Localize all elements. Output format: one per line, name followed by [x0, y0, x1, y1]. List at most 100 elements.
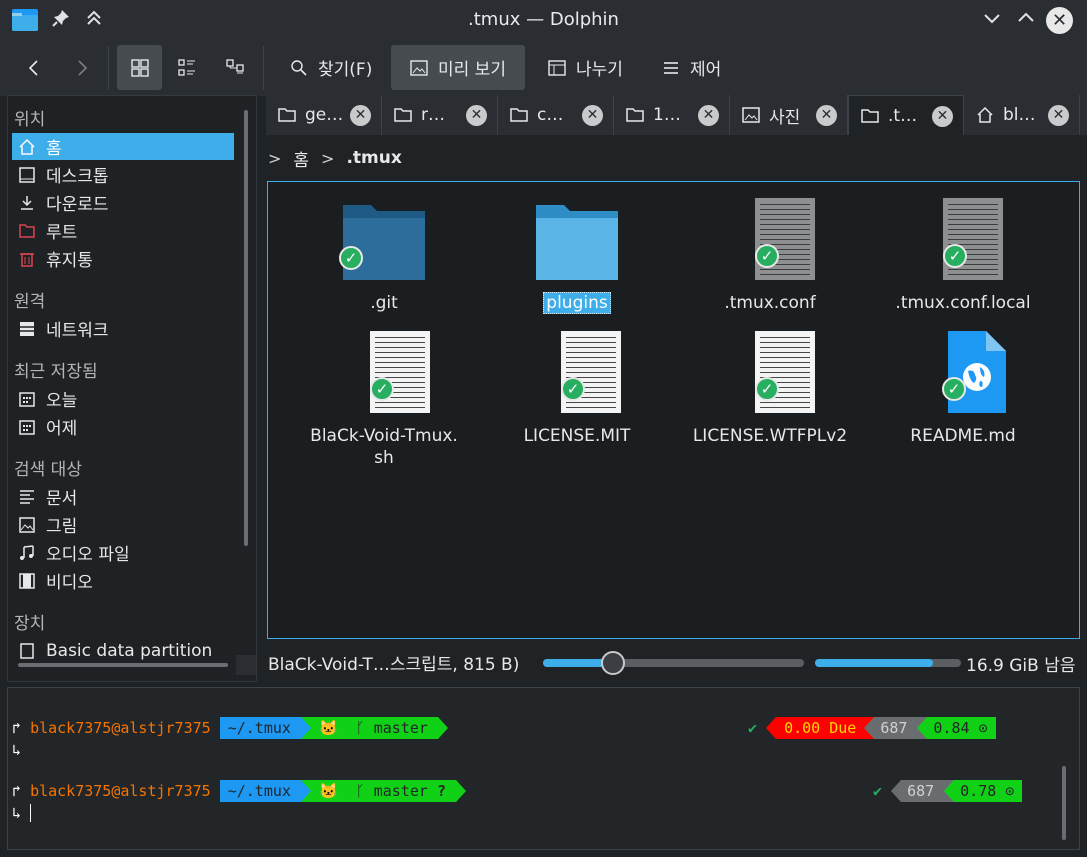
text-file-icon: ✓ — [918, 196, 1008, 286]
details-view-button[interactable] — [219, 45, 251, 90]
file-item-plugins[interactable]: plugins — [477, 196, 677, 314]
split-label: 나누기 — [576, 60, 623, 80]
root-folder-icon — [17, 221, 37, 241]
load-value: 0.78 — [960, 782, 997, 800]
zoom-slider-handle[interactable] — [601, 651, 625, 675]
sidebar-horizontal-scrollbar[interactable] — [18, 663, 228, 667]
sidebar-item-documents[interactable]: 문서 — [12, 483, 234, 510]
file-item-license-wtfpl[interactable]: ✓ LICENSE.WTFPLv2 — [670, 329, 870, 447]
sidebar-item-downloads[interactable]: 다운로드 — [12, 189, 234, 216]
sync-check-icon: ✓ — [370, 377, 394, 401]
file-item-readme[interactable]: ✓ README.md — [863, 329, 1063, 447]
folder-icon — [532, 196, 622, 286]
powerline-separator — [944, 780, 955, 802]
file-name: LICENSE.WTFPLv2 — [692, 426, 848, 446]
devices-header: 장치 — [14, 614, 46, 634]
file-item-tmux-conf[interactable]: ✓ .tmux.conf — [670, 196, 870, 314]
sidebar-item-images[interactable]: 그림 — [12, 511, 234, 538]
close-tab-icon[interactable]: ✕ — [350, 105, 371, 126]
tab-label: c… — [537, 105, 564, 125]
icons-view-button[interactable] — [117, 45, 162, 90]
sidebar-item-audio[interactable]: 오디오 파일 — [12, 539, 234, 566]
success-check-icon: ✔ — [873, 782, 883, 800]
tab-tmux[interactable]: .t… ✕ — [848, 95, 964, 135]
powerline-separator — [864, 717, 875, 739]
prompt-path: ~/.tmux — [227, 719, 291, 737]
file-item-git[interactable]: ✓ .git — [284, 196, 484, 314]
close-tab-icon[interactable]: ✕ — [816, 105, 837, 126]
close-window-icon[interactable]: ✕ — [1046, 7, 1073, 34]
scrollbar-corner — [236, 655, 256, 675]
close-tab-icon[interactable]: ✕ — [932, 106, 953, 127]
close-tab-icon[interactable]: ✕ — [582, 105, 603, 126]
prompt-path-segment: ~/.tmux — [219, 780, 301, 802]
sidebar-item-label: 문서 — [46, 489, 78, 509]
tab-bl[interactable]: bl… ✕ — [964, 95, 1080, 135]
file-item-blackvoid-sh[interactable]: ✓ BlaCk-Void-Tmux. sh — [284, 329, 484, 469]
compact-view-icon — [178, 58, 195, 76]
split-view-icon — [548, 59, 566, 76]
terminal-scrollbar[interactable] — [1062, 766, 1066, 840]
download-icon — [17, 193, 37, 213]
sidebar-item-trash[interactable]: 휴지통 — [12, 245, 234, 272]
tab-photos[interactable]: 사진 ✕ — [730, 95, 848, 135]
breadcrumb: > 홈 > .tmux — [268, 144, 402, 172]
back-button[interactable] — [18, 45, 50, 90]
compact-view-button[interactable] — [171, 45, 203, 90]
toolbar: 찾기(F) 미리 보기 나누기 제어 — [0, 40, 1087, 96]
tab-bar: ge… ✕ r… ✕ c… ✕ 1… ✕ 사진 ✕ .t… ✕ bl… ✕ — [266, 95, 1087, 135]
prompt-arrow: ↱ — [12, 782, 22, 800]
sidebar-item-label: 휴지통 — [46, 251, 93, 271]
continuation-line: ↳ — [12, 739, 21, 761]
grid-view-icon — [130, 58, 149, 77]
prompt-user: black7375@alstjr7375 — [30, 719, 211, 737]
sidebar-item-partition[interactable]: Basic data partition — [12, 637, 234, 664]
desktop-icon — [17, 165, 37, 185]
tab-ge[interactable]: ge… ✕ — [266, 95, 382, 135]
sidebar-item-yesterday[interactable]: 어제 — [12, 413, 234, 440]
file-name-line2: sh — [374, 448, 394, 468]
places-panel: 위치 홈 데스크톱 다운로드 루트 휴지통 원격 네트워크 최근 저장됨 오늘 … — [7, 95, 257, 682]
forward-button[interactable] — [66, 45, 98, 90]
file-view[interactable]: ✓ .git plugins ✓ .tmux.conf ✓ .tmux.conf… — [267, 181, 1080, 639]
trash-icon — [17, 249, 37, 269]
sidebar-item-network[interactable]: 네트워크 — [12, 315, 234, 342]
title-bar: .tmux — Dolphin ✕ — [0, 0, 1087, 40]
tab-c[interactable]: c… ✕ — [498, 95, 614, 135]
breadcrumb-current[interactable]: .tmux — [346, 148, 401, 168]
tab-label: 사진 — [769, 107, 801, 128]
sidebar-item-label: 다운로드 — [46, 195, 109, 215]
tab-r[interactable]: r… ✕ — [382, 95, 498, 135]
powerline-separator — [455, 780, 466, 802]
terminal-panel[interactable]: ↱ black7375@alstjr7375 ~/.tmux 🐱 ᚴ master… — [7, 687, 1080, 850]
sidebar-item-label: 네트워크 — [46, 321, 109, 341]
chevron-right-icon — [78, 59, 88, 76]
powerline-separator — [300, 780, 311, 802]
zoom-slider[interactable] — [543, 651, 804, 675]
find-button[interactable]: 찾기(F) — [280, 45, 382, 90]
preview-button[interactable]: 미리 보기 — [391, 45, 525, 90]
chevron-right-icon: > — [268, 148, 282, 168]
split-button[interactable]: 나누기 — [540, 45, 631, 90]
close-tab-icon[interactable]: ✕ — [1048, 105, 1069, 126]
file-item-tmux-conf-local[interactable]: ✓ .tmux.conf.local — [863, 196, 1063, 314]
sidebar-item-today[interactable]: 오늘 — [12, 385, 234, 412]
sidebar-item-home[interactable]: 홈 — [12, 133, 234, 160]
search-header: 검색 대상 — [14, 460, 82, 480]
breadcrumb-home[interactable]: 홈 — [293, 146, 309, 171]
sidebar-item-label: 그림 — [46, 517, 78, 537]
prompt-git-segment: 🐱 ᚴ master — [310, 717, 438, 739]
sidebar-vertical-scrollbar[interactable] — [244, 110, 248, 546]
close-tab-icon[interactable]: ✕ — [466, 105, 487, 126]
sidebar-item-videos[interactable]: 비디오 — [12, 567, 234, 594]
tab-1[interactable]: 1… ✕ — [614, 95, 730, 135]
input-line[interactable]: ↳ — [12, 802, 32, 824]
close-tab-icon[interactable]: ✕ — [698, 105, 719, 126]
sidebar-item-desktop[interactable]: 데스크톱 — [12, 161, 234, 188]
control-menu-button[interactable]: 제어 — [654, 45, 729, 90]
load-value: 0.84 — [933, 719, 970, 737]
maximize-icon[interactable] — [1015, 9, 1037, 31]
file-item-license-mit[interactable]: ✓ LICENSE.MIT — [477, 329, 677, 447]
sidebar-item-root[interactable]: 루트 — [12, 217, 234, 244]
minimize-icon[interactable] — [981, 9, 1003, 31]
